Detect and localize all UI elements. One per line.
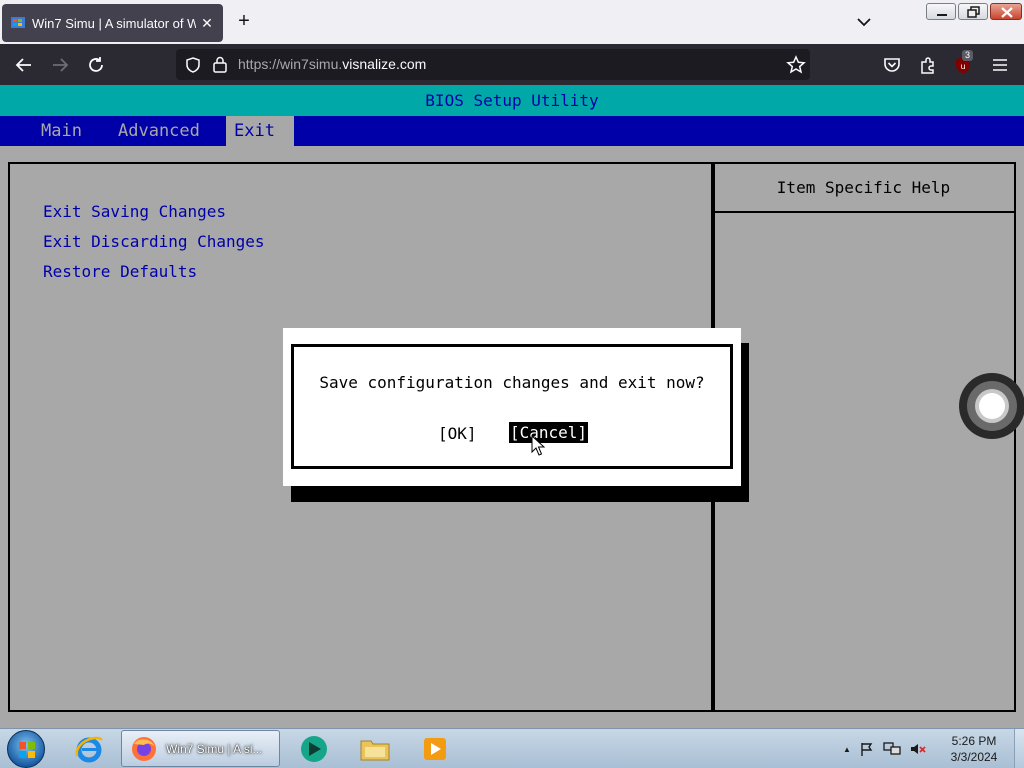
file-explorer-folder-icon[interactable] [358, 732, 392, 766]
extensions-puzzle-icon[interactable] [917, 54, 939, 76]
bios-menu-exit[interactable]: Exit [226, 116, 294, 146]
bios-menu-main[interactable]: Main [33, 116, 90, 146]
assistive-center-icon [979, 393, 1005, 419]
network-icon[interactable] [883, 741, 901, 757]
system-tray: ▲ [843, 737, 927, 761]
clock-time: 5:26 PM [951, 734, 997, 748]
bios-menu-bar: Main Advanced Exit [0, 116, 1024, 146]
taskbar-firefox-window[interactable]: Win7 Simu | A si... [121, 730, 280, 767]
win7-favicon-icon [11, 17, 25, 28]
forward-arrow-icon[interactable] [49, 54, 71, 76]
taskbar-firefox-label: Win7 Simu | A si... [166, 741, 263, 756]
tab-title: Win7 Simu | A simulator of Win [32, 15, 196, 31]
dialog-cancel-button[interactable]: [Cancel] [509, 422, 589, 443]
clock-date: 3/3/2024 [950, 750, 998, 764]
extension-badge-count: 3 [962, 50, 974, 61]
browser-tab-strip: Win7 Simu | A simulator of Win ✕ + [0, 0, 1024, 44]
svg-text:u: u [960, 62, 965, 71]
new-tab-button[interactable]: + [233, 11, 255, 33]
assistive-touch-button[interactable] [959, 373, 1024, 439]
exit-discarding-changes-option[interactable]: Exit Discarding Changes [43, 232, 265, 251]
dialog-ok-button[interactable]: [OK] [438, 424, 477, 443]
volume-muted-icon[interactable] [909, 741, 927, 757]
url-text: https://win7simu.visnalize.com [238, 56, 426, 72]
url-domain: visnalize.com [342, 56, 427, 72]
bios-screen: BIOS Setup Utility Main Advanced Exit Ex… [0, 85, 1024, 728]
lock-icon[interactable] [212, 55, 228, 73]
back-arrow-icon[interactable] [13, 54, 35, 76]
internet-explorer-icon[interactable] [72, 732, 106, 766]
pocket-icon[interactable] [881, 54, 903, 76]
windows-logo-icon [19, 742, 35, 758]
dialog-message: Save configuration changes and exit now? [319, 373, 705, 392]
screen: Win7 Simu | A simulator of Win ✕ + https… [0, 0, 1024, 768]
save-exit-dialog: Save configuration changes and exit now?… [283, 328, 741, 486]
action-center-flag-icon[interactable] [859, 741, 875, 757]
hamburger-menu-icon[interactable] [989, 54, 1011, 76]
firefox-icon [132, 736, 156, 761]
bios-title: BIOS Setup Utility [0, 85, 1024, 116]
restore-defaults-option[interactable]: Restore Defaults [43, 262, 197, 281]
show-desktop-button[interactable] [1014, 729, 1024, 768]
item-specific-help-panel: Item Specific Help [711, 162, 1016, 712]
windows-taskbar: Win7 Simu | A si... ▲ 5:26 PM 3/3/2024 [0, 728, 1024, 768]
mouse-pointer-icon [531, 435, 545, 456]
window-close-button[interactable] [990, 3, 1022, 20]
browser-tab[interactable]: Win7 Simu | A simulator of Win ✕ [2, 4, 223, 42]
shield-icon[interactable] [184, 56, 202, 74]
tab-close-icon[interactable]: ✕ [199, 15, 215, 32]
tab-list-chevron-icon[interactable] [852, 12, 876, 32]
tray-expand-icon[interactable]: ▲ [843, 745, 851, 754]
windows-media-center-icon[interactable] [297, 732, 331, 766]
dialog-frame: Save configuration changes and exit now?… [291, 344, 733, 469]
start-orb-button[interactable] [7, 730, 45, 768]
exit-saving-changes-option[interactable]: Exit Saving Changes [43, 202, 226, 221]
reload-icon[interactable] [85, 54, 107, 76]
taskbar-clock[interactable]: 5:26 PM 3/3/2024 [938, 733, 1010, 765]
help-panel-header: Item Specific Help [713, 164, 1014, 213]
url-prefix: https://win7simu. [238, 56, 343, 72]
media-player-icon[interactable] [418, 732, 452, 766]
bios-menu-advanced[interactable]: Advanced [110, 116, 208, 146]
address-bar[interactable]: https://win7simu.visnalize.com [176, 49, 810, 80]
window-minimize-button[interactable] [926, 3, 956, 20]
browser-navbar: https://win7simu.visnalize.com u 3 [0, 44, 1024, 85]
bookmark-star-icon[interactable] [786, 55, 806, 75]
window-restore-button[interactable] [958, 3, 988, 20]
